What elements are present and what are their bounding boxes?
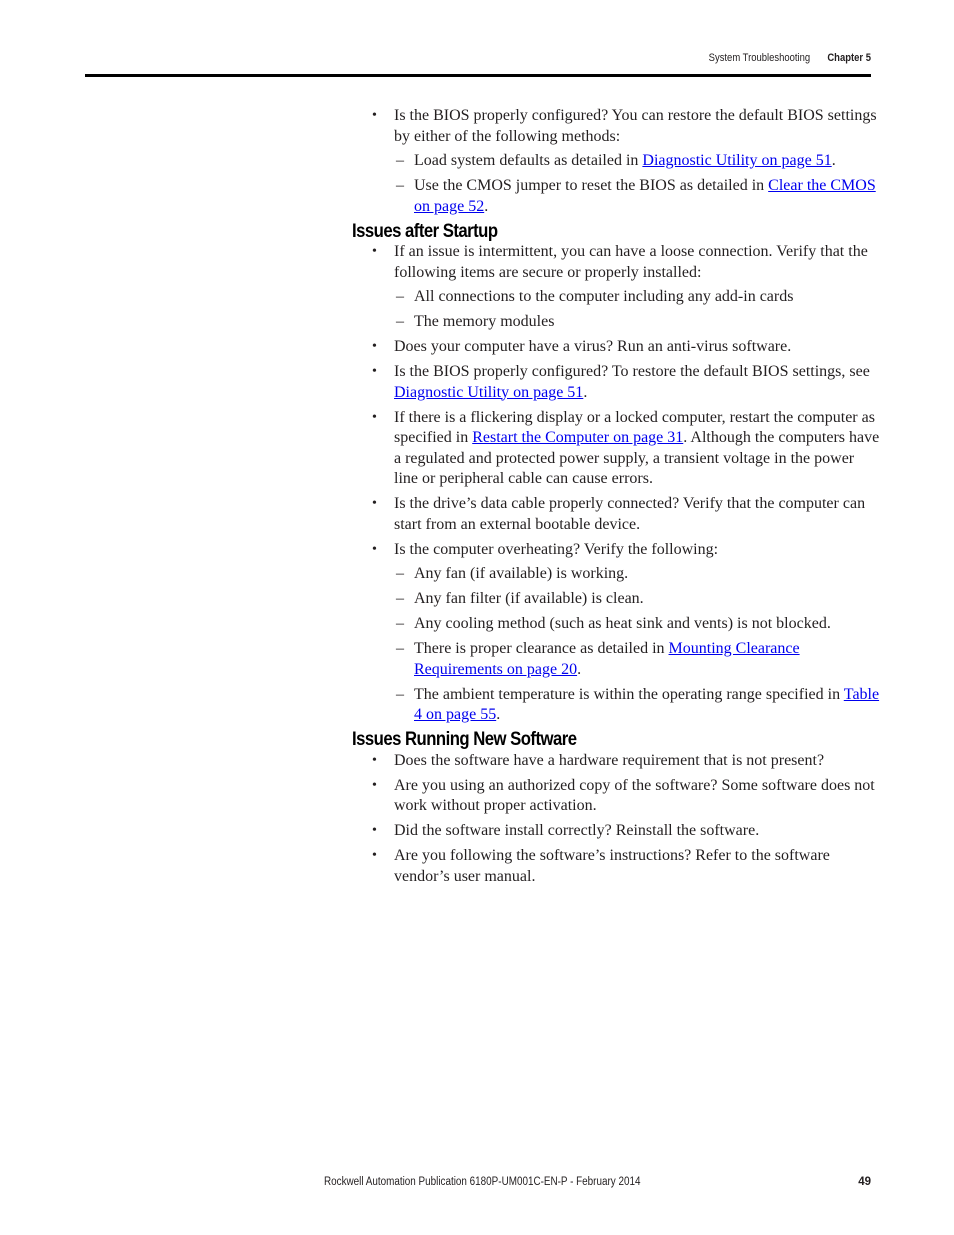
document-page: System Troubleshooting Chapter 5 Is the B… — [0, 0, 954, 1235]
list-item: Did the software install correctly? Rein… — [352, 821, 882, 842]
sub-item-text: The ambient temperature is within the op… — [414, 685, 844, 703]
header-chapter-label: Chapter 5 — [827, 52, 871, 64]
list-item: Does the software have a hardware requir… — [352, 751, 882, 772]
sub-list-item: The memory modules — [394, 312, 882, 333]
list-item: If there is a flickering display or a lo… — [352, 408, 882, 490]
header-rule — [85, 74, 871, 77]
list-item: Is the computer overheating? Verify the … — [352, 540, 882, 726]
overheating-sublist: Any fan (if available) is working. Any f… — [394, 564, 882, 726]
sub-list-item: All connections to the computer includin… — [394, 287, 882, 308]
link-restart-computer[interactable]: Restart the Computer on page 31 — [472, 429, 683, 446]
list-item: Is the BIOS properly configured? To rest… — [352, 362, 882, 403]
publication-info: Rockwell Automation Publication 6180P-UM… — [324, 1176, 641, 1188]
item-text: Is the computer overheating? Verify the … — [394, 540, 719, 558]
sub-list-item: The ambient temperature is within the op… — [394, 685, 882, 726]
page-content: Is the BIOS properly configured? You can… — [352, 106, 882, 892]
list-item: Is the drive’s data cable properly conne… — [352, 494, 882, 535]
sub-item-text: . — [484, 197, 489, 215]
list-item: Does your computer have a virus? Run an … — [352, 337, 882, 358]
bios-list: Is the BIOS properly configured? You can… — [352, 106, 882, 217]
sub-item-text: . — [577, 660, 582, 678]
heading-issues-after-startup: Issues after Startup — [352, 220, 498, 242]
list-item: Are you following the software’s instruc… — [352, 846, 882, 887]
list-item: Is the BIOS properly configured? You can… — [352, 106, 882, 217]
sub-list-item: Load system defaults as detailed in Diag… — [394, 151, 882, 172]
list-item: Are you using an authorized copy of the … — [352, 776, 882, 817]
sub-list-item: Use the CMOS jumper to reset the BIOS as… — [394, 176, 882, 217]
sub-item-text: There is proper clearance as detailed in — [414, 640, 669, 657]
sub-item-text: . — [496, 706, 501, 723]
page-footer: Rockwell Automation Publication 6180P-UM… — [85, 1176, 871, 1194]
item-text: If an issue is intermittent, you can hav… — [394, 243, 868, 281]
sub-list-item: There is proper clearance as detailed in… — [394, 639, 882, 680]
software-issues-list: Does the software have a hardware requir… — [352, 751, 882, 888]
sub-list-item: Any fan filter (if available) is clean. — [394, 589, 882, 610]
header-section-title: System Troubleshooting — [708, 52, 811, 64]
sub-item-text: Load system defaults as detailed in — [414, 152, 643, 169]
bios-item-text: Is the BIOS properly configured? You can… — [394, 107, 877, 145]
running-header: System Troubleshooting Chapter 5 — [195, 52, 871, 70]
connection-sublist: All connections to the computer includin… — [394, 287, 882, 333]
item-text: . — [583, 383, 588, 401]
link-diagnostic-utility[interactable]: Diagnostic Utility on page 51 — [394, 384, 583, 401]
sub-item-text: . — [831, 152, 836, 169]
link-diagnostic-utility[interactable]: Diagnostic Utility on page 51 — [642, 152, 831, 169]
bios-sublist: Load system defaults as detailed in Diag… — [394, 151, 882, 217]
startup-issues-list: If an issue is intermittent, you can hav… — [352, 242, 882, 726]
heading-issues-running-new-software: Issues Running New Software — [352, 729, 577, 750]
item-text: Is the BIOS properly configured? To rest… — [394, 363, 870, 380]
sub-list-item: Any fan (if available) is working. — [394, 564, 882, 585]
sub-list-item: Any cooling method (such as heat sink an… — [394, 614, 882, 635]
list-item: If an issue is intermittent, you can hav… — [352, 242, 882, 333]
page-number: 49 — [858, 1176, 871, 1188]
sub-item-text: Use the CMOS jumper to reset the BIOS as… — [414, 177, 769, 194]
